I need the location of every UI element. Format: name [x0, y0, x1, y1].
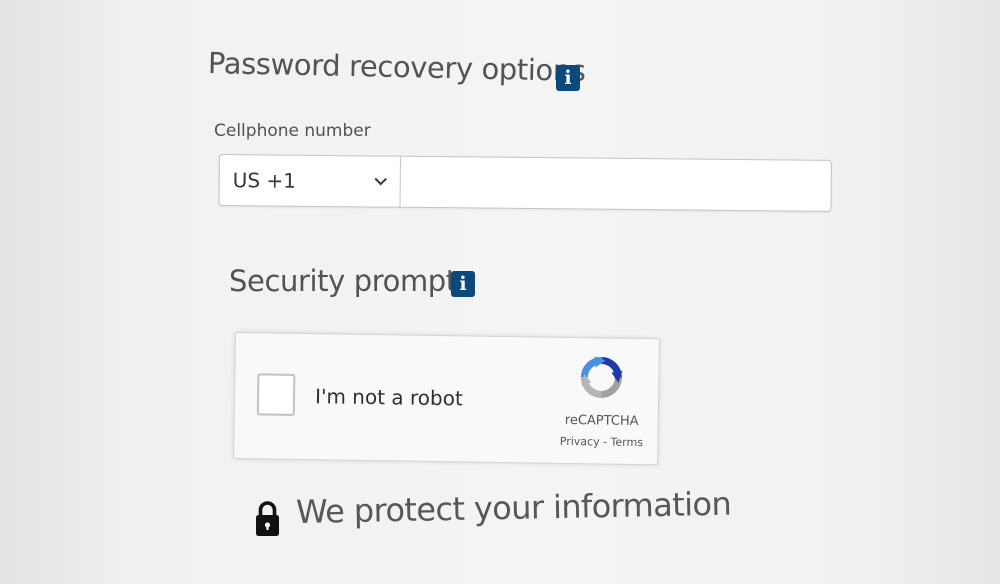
protect-information-text: We protect your information — [295, 484, 732, 531]
recaptcha-label: I'm not a robot — [314, 384, 463, 411]
phone-field-group: US +1 — [218, 154, 832, 212]
recaptcha-links: Privacy - Terms — [546, 435, 656, 450]
recovery-form: Password recovery options i Cellphone nu… — [0, 0, 1000, 584]
recaptcha-widget: I'm not a robot reCAPTCHA Privacy - Term… — [233, 332, 660, 466]
chevron-down-icon — [374, 177, 387, 186]
cellphone-label: Cellphone number — [214, 121, 371, 141]
info-icon[interactable]: i — [451, 271, 475, 297]
security-prompt-title: Security prompt — [229, 264, 457, 298]
cellphone-input[interactable] — [400, 156, 831, 211]
recaptcha-checkbox[interactable] — [256, 373, 296, 416]
privacy-link[interactable]: Privacy — [560, 435, 600, 449]
password-recovery-title: Password recovery options — [207, 46, 586, 88]
link-separator: - — [599, 435, 611, 449]
recaptcha-logo-icon — [580, 356, 623, 398]
info-icon[interactable]: i — [556, 65, 580, 91]
lock-icon — [256, 501, 279, 536]
country-code-select[interactable]: US +1 — [219, 155, 401, 207]
recaptcha-brand: reCAPTCHA — [564, 412, 639, 429]
terms-link[interactable]: Terms — [610, 436, 643, 449]
country-code-value: US +1 — [232, 168, 297, 193]
